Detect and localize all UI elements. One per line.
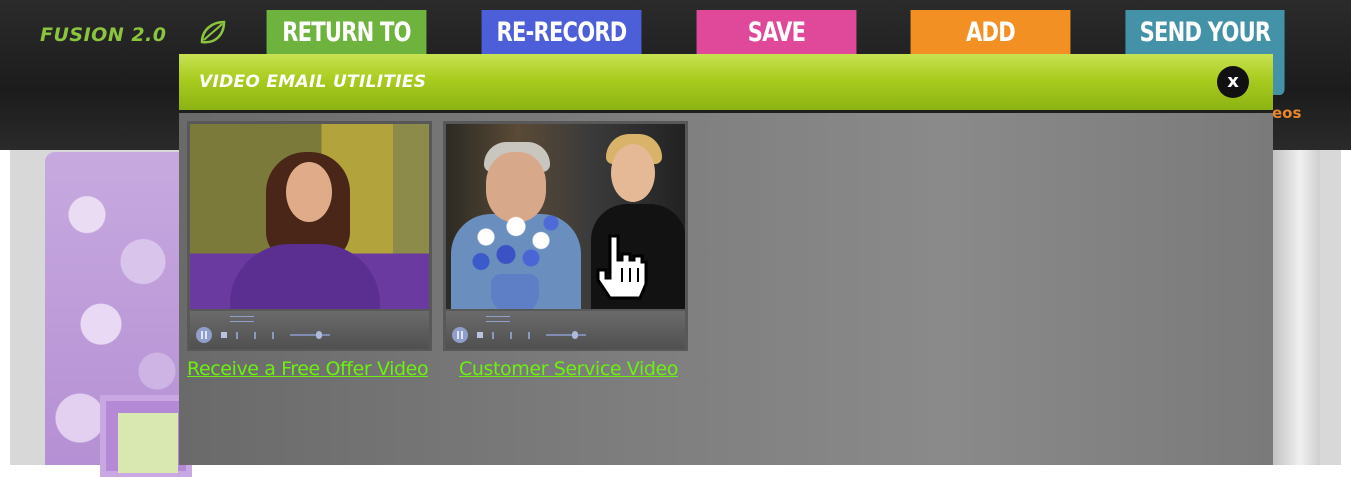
thumbnail-figure-face — [286, 162, 332, 222]
controls-row — [452, 327, 586, 343]
video-thumbnail[interactable] — [190, 124, 429, 309]
dialog-body: Receive a Free Offer Video Customer Serv… — [179, 113, 1273, 465]
thumbnail-figure-shirt — [230, 244, 380, 309]
controls-row — [196, 327, 330, 343]
controls-grip — [486, 316, 510, 322]
frame-inner-image — [118, 413, 178, 473]
volume-slider[interactable] — [546, 331, 586, 339]
video-card-customer-service[interactable] — [443, 121, 688, 351]
video-email-utilities-dialog: VIDEO EMAIL UTILITIES x Receive a Free O… — [179, 54, 1273, 465]
close-icon[interactable]: x — [1217, 66, 1249, 98]
thumbnail-flowers — [466, 209, 566, 279]
free-offer-video-link[interactable]: Receive a Free Offer Video — [187, 358, 429, 380]
pause-icon[interactable] — [196, 327, 212, 343]
controls-grip — [230, 316, 254, 322]
thumbnail-vase — [491, 274, 539, 309]
hand-pointer-icon — [596, 234, 648, 300]
stop-icon[interactable] — [221, 332, 227, 338]
video-controls — [190, 311, 429, 349]
return-to-button[interactable]: RETURN TO — [266, 10, 427, 56]
partial-header-text: eos — [1272, 104, 1302, 122]
leaf-logo-icon — [200, 20, 226, 44]
video-controls — [446, 311, 685, 349]
save-button[interactable]: SAVE — [696, 10, 857, 56]
volume-icon[interactable] — [528, 331, 537, 339]
volume-slider[interactable] — [290, 331, 330, 339]
previous-icon[interactable] — [492, 331, 501, 339]
stop-icon[interactable] — [477, 332, 483, 338]
next-icon[interactable] — [510, 331, 519, 339]
pause-icon[interactable] — [452, 327, 468, 343]
customer-service-video-link[interactable]: Customer Service Video — [459, 358, 678, 380]
right-panel-edge — [1270, 150, 1320, 465]
app-logo-text: FUSION 2.0 — [40, 24, 167, 46]
add-button[interactable]: ADD — [910, 10, 1071, 56]
video-thumbnail[interactable] — [446, 124, 685, 309]
dialog-title: VIDEO EMAIL UTILITIES — [199, 72, 427, 92]
dialog-header: VIDEO EMAIL UTILITIES x — [179, 54, 1273, 113]
volume-icon[interactable] — [272, 331, 281, 339]
video-card-free-offer[interactable] — [187, 121, 432, 351]
thumbnail-woman-face — [611, 144, 655, 202]
next-icon[interactable] — [254, 331, 263, 339]
previous-icon[interactable] — [236, 331, 245, 339]
re-record-button[interactable]: RE-RECORD — [481, 10, 642, 56]
